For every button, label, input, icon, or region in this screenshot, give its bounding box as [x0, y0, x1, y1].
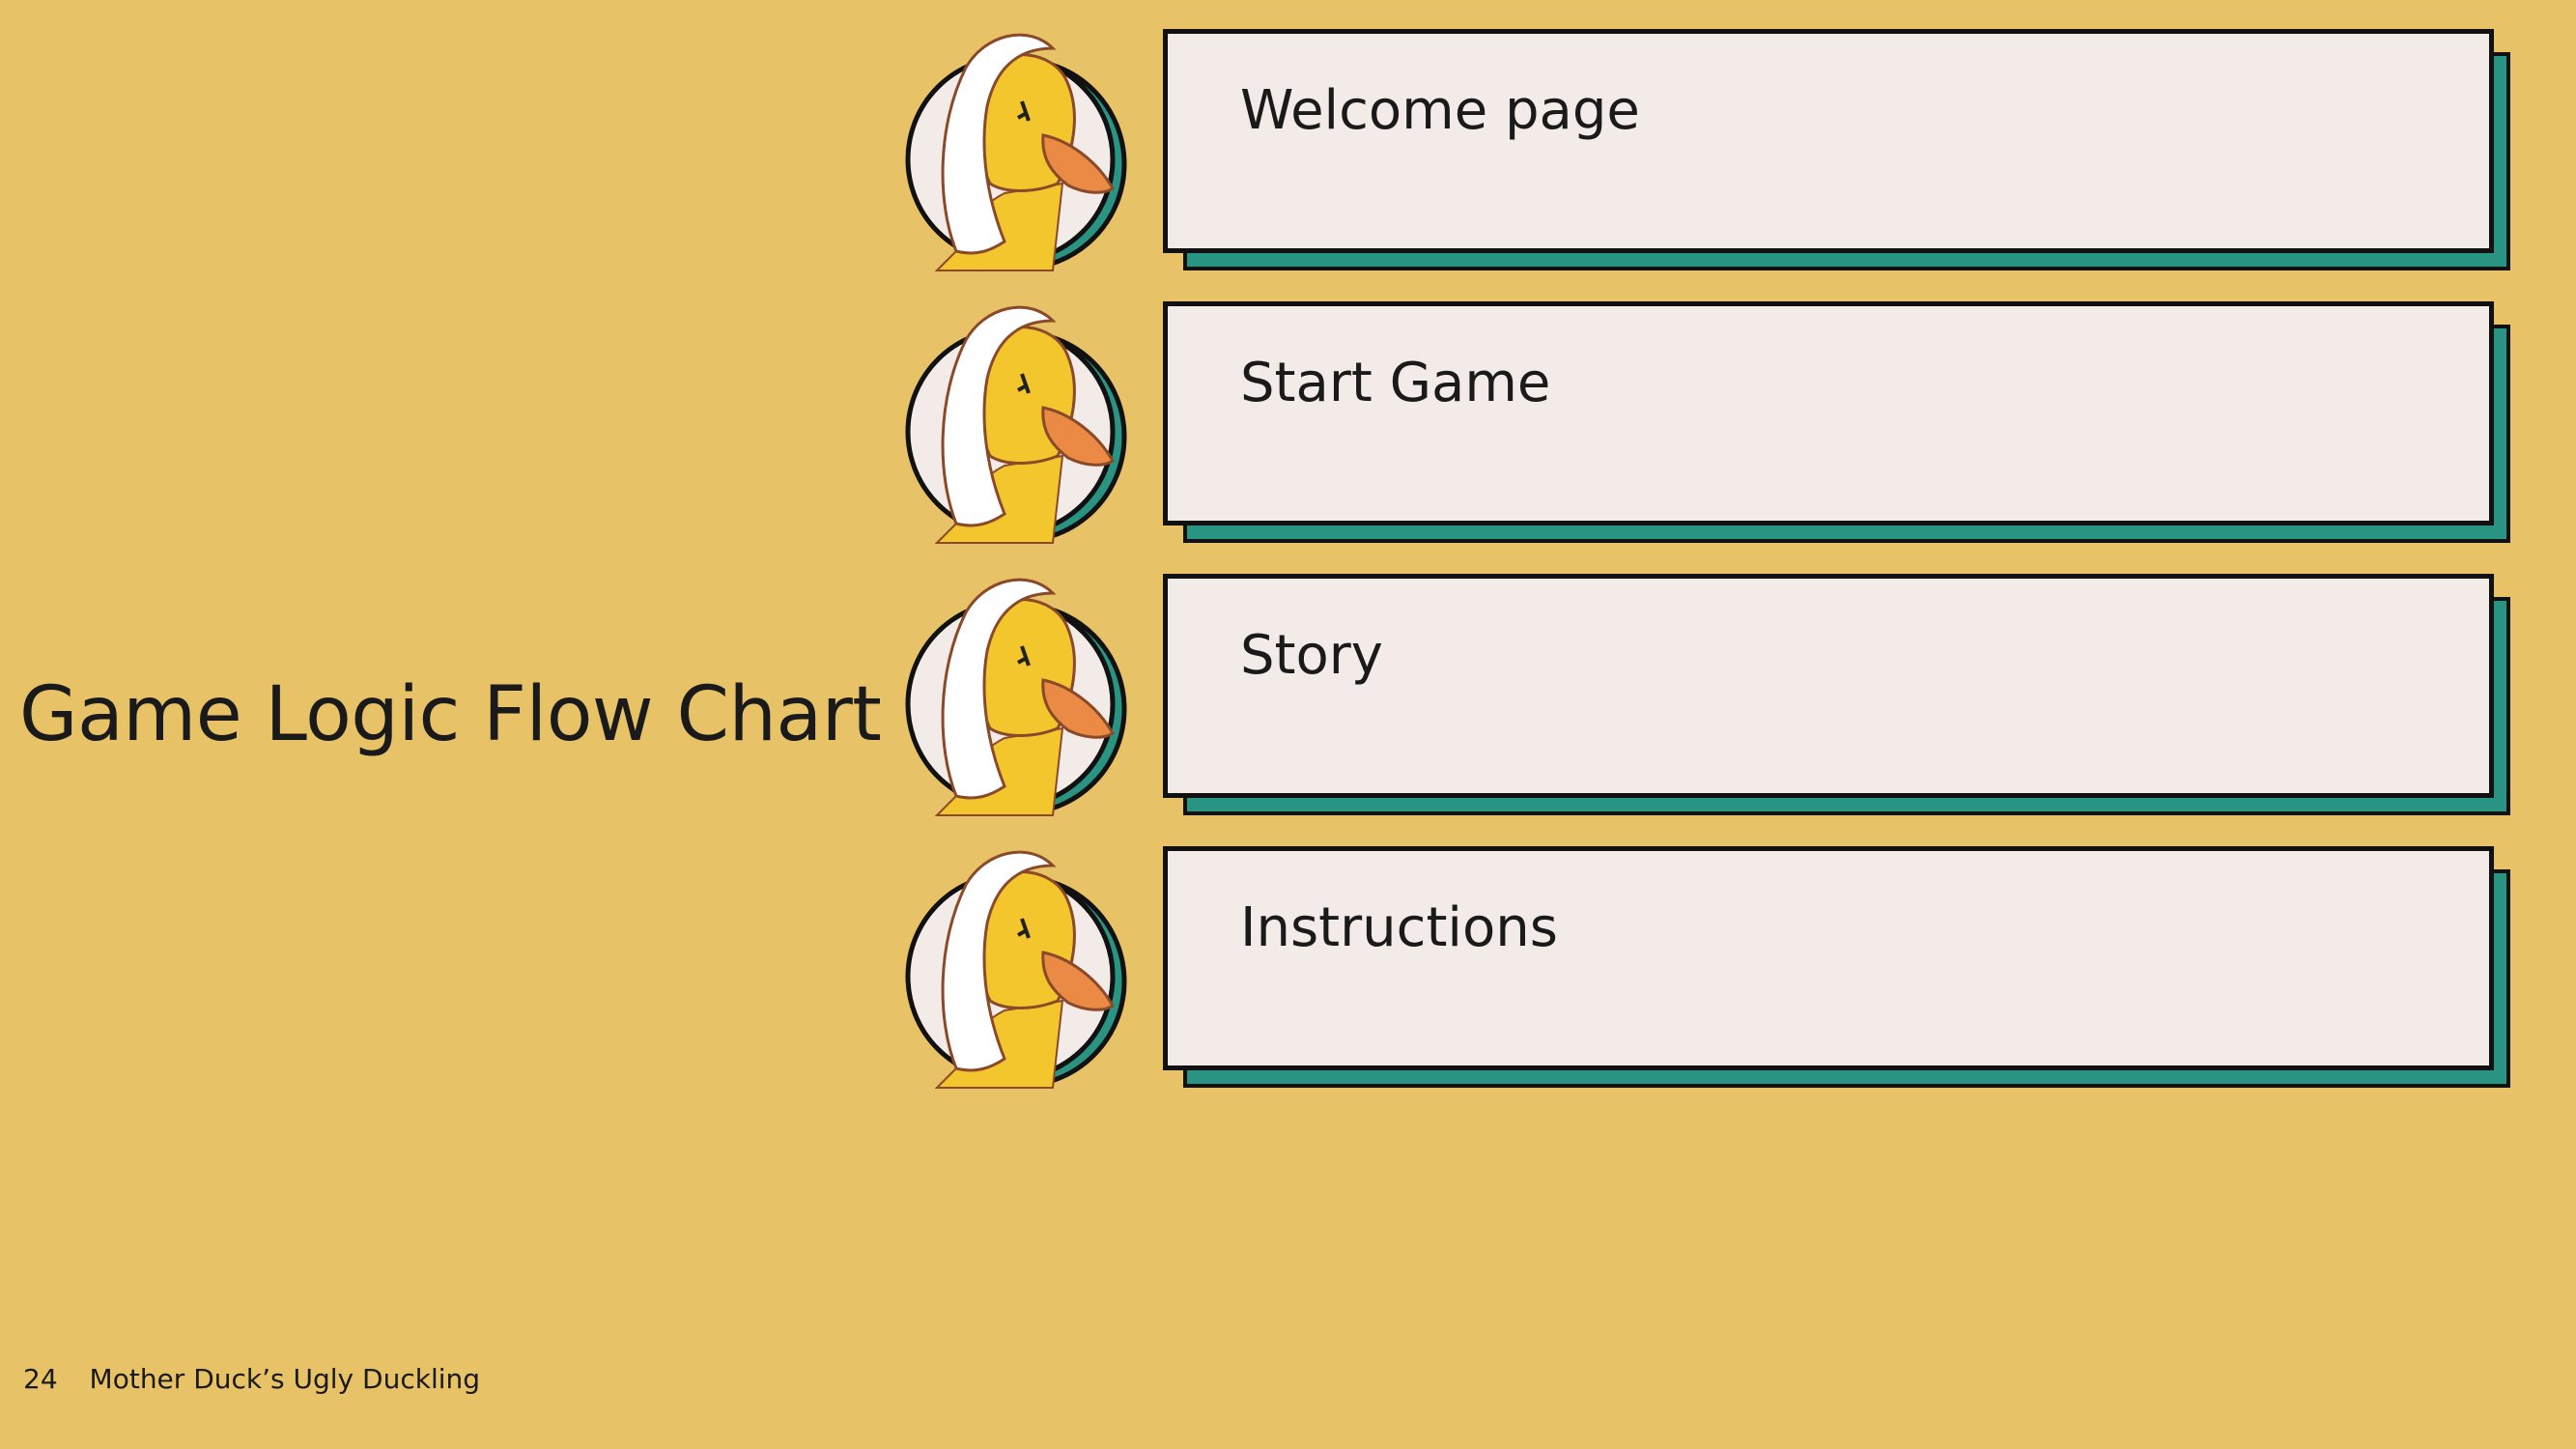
deck-title: Mother Duck’s Ugly Duckling — [89, 1363, 481, 1395]
step-label: Welcome page — [1240, 79, 1640, 142]
mother-duck-icon — [898, 29, 1130, 280]
page-number: 24 — [23, 1363, 58, 1395]
step-card: Story — [1163, 574, 2494, 798]
flow-step-instructions: Instructions — [898, 846, 2521, 1097]
step-label: Start Game — [1240, 352, 1551, 414]
step-card: Start Game — [1163, 301, 2494, 526]
flow-step-story: Story — [898, 574, 2521, 825]
step-label: Story — [1240, 624, 1383, 687]
slide-title: Game Logic Flow Chart — [19, 671, 882, 758]
slide: Game Logic Flow Chart Welcome page Start… — [0, 0, 2576, 1449]
flow-step-start-game: Start Game — [898, 301, 2521, 553]
step-card: Welcome page — [1163, 29, 2494, 253]
step-label: Instructions — [1240, 896, 1558, 959]
mother-duck-icon — [898, 301, 1130, 553]
flow-step-welcome: Welcome page — [898, 29, 2521, 280]
mother-duck-icon — [898, 846, 1130, 1097]
slide-footer: 24 Mother Duck’s Ugly Duckling — [23, 1362, 480, 1397]
step-card: Instructions — [1163, 846, 2494, 1070]
mother-duck-icon — [898, 574, 1130, 825]
